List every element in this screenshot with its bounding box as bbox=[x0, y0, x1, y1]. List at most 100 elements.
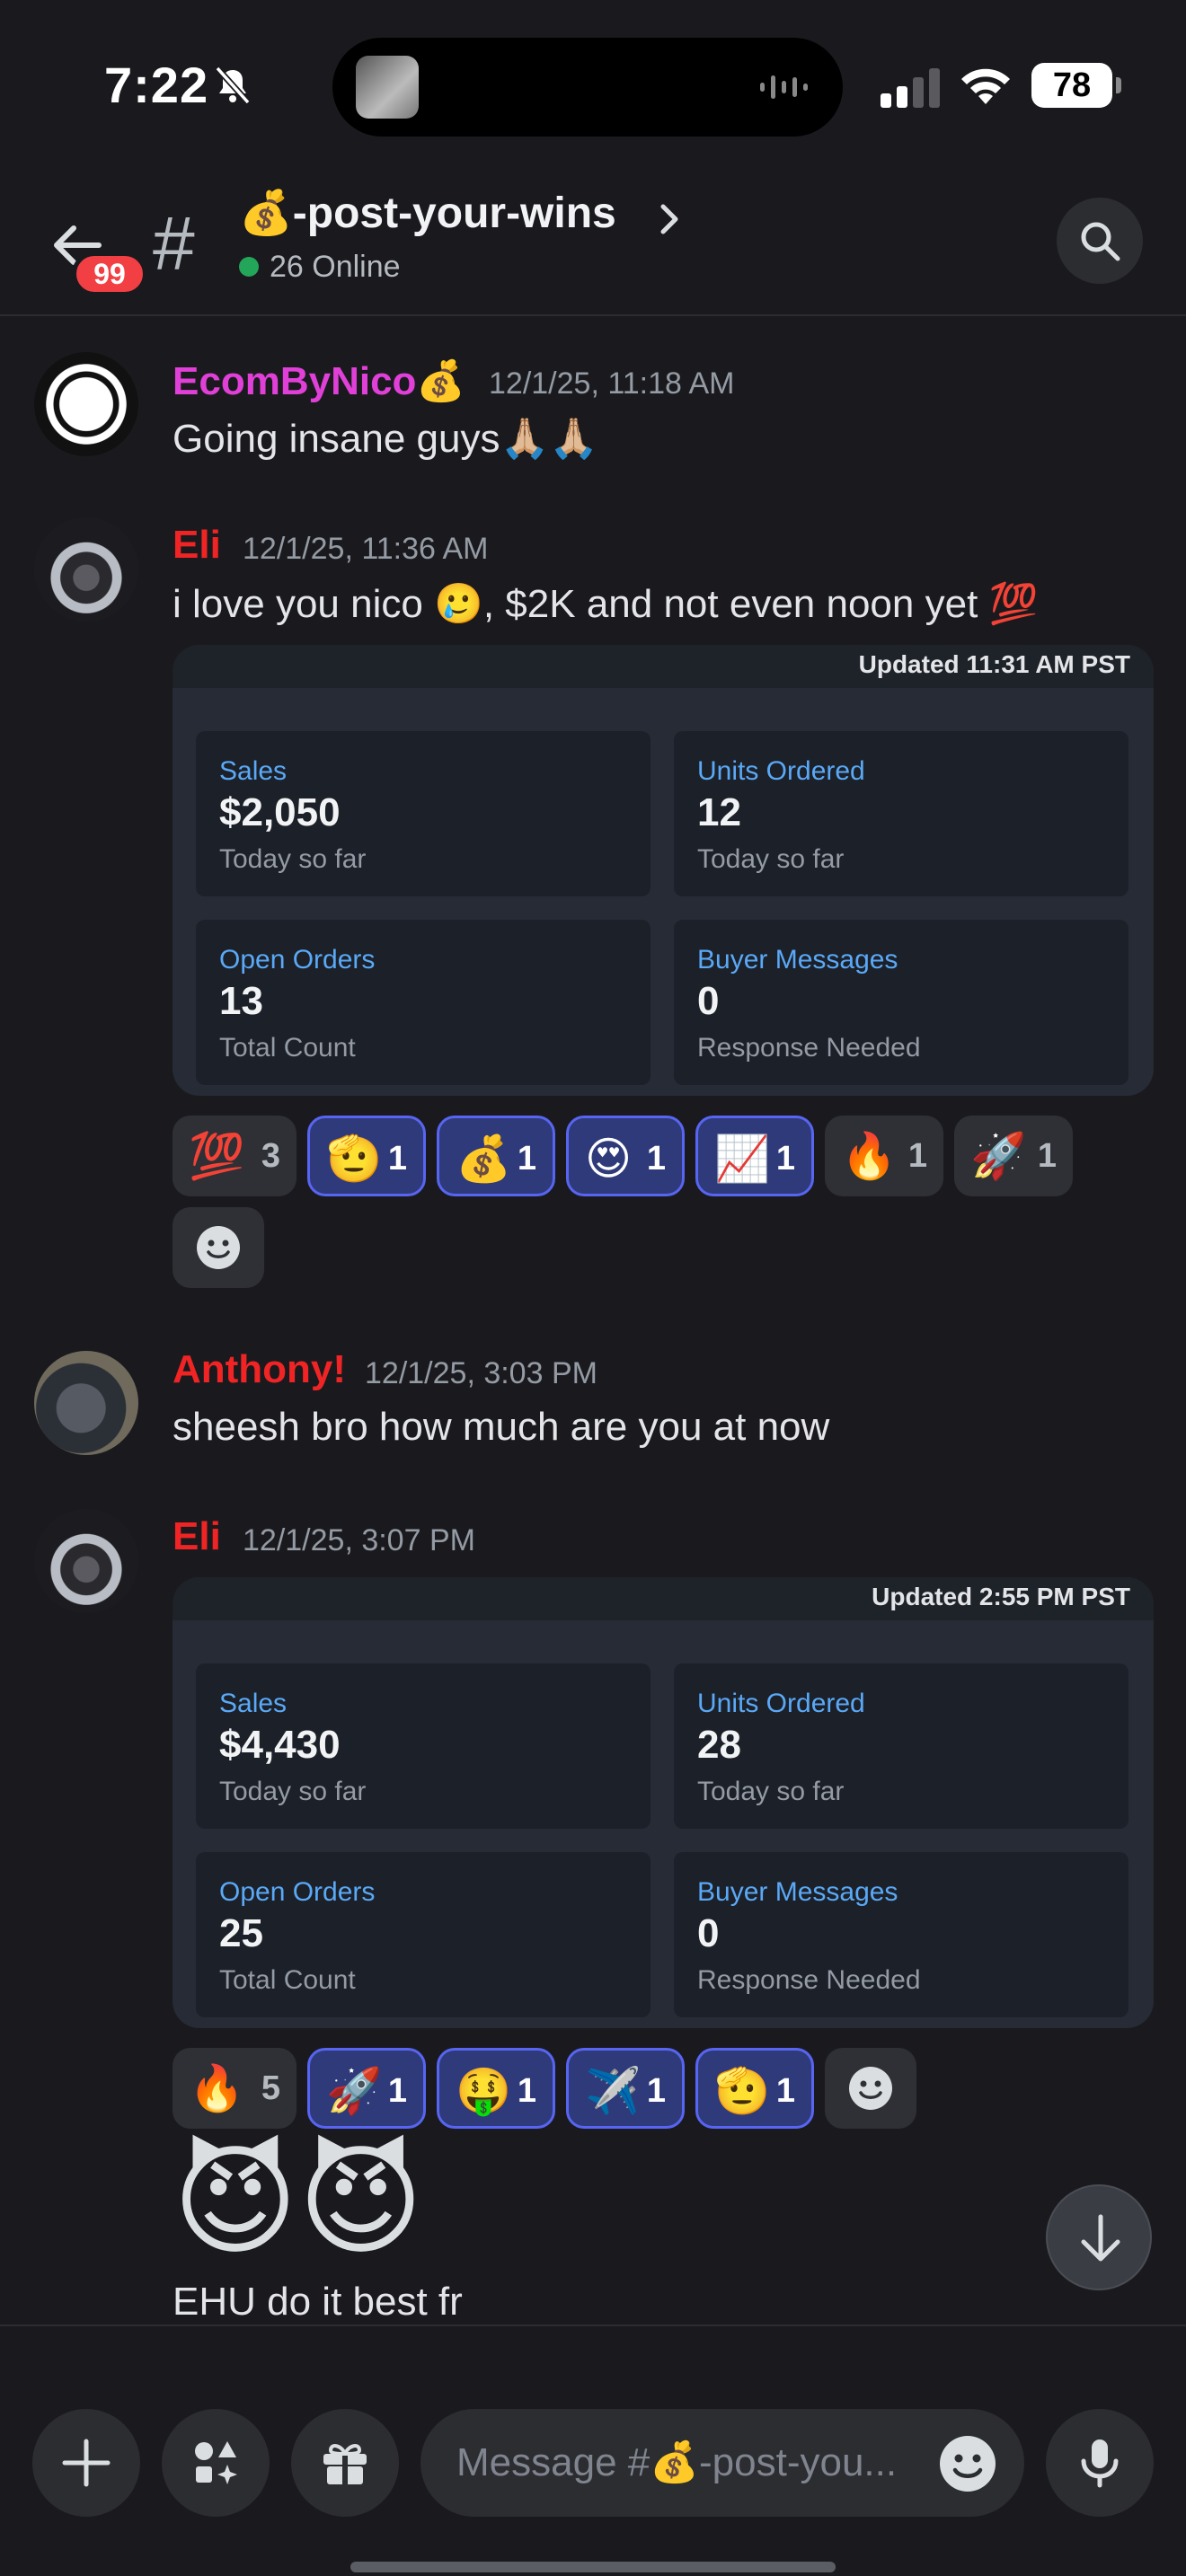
message-text: Going insane guys🙏🏼🙏🏼 bbox=[173, 415, 598, 462]
reaction-count: 5 bbox=[261, 2069, 280, 2107]
hundred-points-icon: 💯 bbox=[189, 1130, 245, 1182]
message-body: Going insane guys bbox=[173, 417, 500, 461]
online-status-dot bbox=[239, 257, 259, 277]
gift-icon bbox=[323, 2444, 367, 2484]
embed-updated-time: Updated 11:31 AM PST bbox=[858, 650, 1130, 678]
message-author[interactable]: Eli bbox=[173, 1514, 221, 1559]
message-body-part: i love you nico bbox=[173, 582, 435, 626]
metric-caption: Today so far bbox=[697, 844, 845, 874]
sales-dashboard-embed[interactable]: Updated 11:31 AM PST Sales $2,050 Today … bbox=[173, 645, 1154, 1096]
metric-label: Units Ordered bbox=[697, 1689, 865, 1718]
avatar-ecombynico[interactable] bbox=[34, 352, 138, 456]
plus-icon bbox=[62, 2439, 111, 2487]
dynamic-island bbox=[332, 38, 843, 137]
bell-muted-icon bbox=[215, 66, 251, 105]
message-author[interactable]: Eli bbox=[173, 523, 221, 568]
search-icon bbox=[1081, 222, 1120, 261]
battery-indicator: 78 bbox=[1031, 63, 1121, 108]
smiling-tear-icon: 🥲 bbox=[434, 581, 483, 627]
channel-title[interactable]: 💰-post-your-wins bbox=[239, 187, 616, 238]
add-reaction-button[interactable] bbox=[173, 1207, 264, 1288]
reaction-count: 1 bbox=[517, 2072, 536, 2110]
reaction-hundred[interactable]: 💯 3 bbox=[173, 1116, 296, 1196]
reaction-chart-up[interactable]: 📈 1 bbox=[695, 1116, 814, 1196]
hundred-points-icon: 💯 bbox=[988, 581, 1039, 627]
avatar-anthony[interactable] bbox=[34, 1351, 138, 1455]
metric-value: $4,430 bbox=[219, 1723, 341, 1767]
metric-caption: Today so far bbox=[219, 1777, 367, 1806]
metric-caption: Total Count bbox=[219, 1965, 356, 1995]
reaction-count: 1 bbox=[517, 1140, 536, 1178]
reaction-heart-eyes[interactable]: 😍 1 bbox=[566, 1116, 685, 1196]
jump-to-latest-button[interactable] bbox=[1046, 2184, 1152, 2290]
metric-caption: Today so far bbox=[219, 844, 367, 874]
metric-label: Open Orders bbox=[219, 1877, 376, 1907]
wifi-icon bbox=[961, 68, 1010, 104]
metric-tile-open-orders: Open Orders 13 Total Count bbox=[196, 920, 651, 1085]
reaction-rocket[interactable]: 🚀 1 bbox=[954, 1116, 1073, 1196]
reaction-count: 1 bbox=[775, 2072, 795, 2110]
chart-increasing-icon: 📈 bbox=[714, 1133, 771, 1185]
message-timestamp: 12/1/25, 11:36 AM bbox=[243, 532, 489, 566]
message-text: i love you nico 🥲, $2K and not even noon… bbox=[173, 580, 1038, 627]
money-bag-icon: 💰 bbox=[239, 188, 293, 238]
rocket-icon: 🚀 bbox=[970, 1130, 1027, 1182]
metric-tile-buyer-messages: Buyer Messages 0 Response Needed bbox=[674, 920, 1128, 1085]
reaction-airplane[interactable]: ✈️ 1 bbox=[566, 2048, 685, 2129]
salute-icon: 🫡 bbox=[714, 2065, 771, 2117]
add-reaction-button[interactable] bbox=[825, 2048, 916, 2129]
reaction-count: 1 bbox=[1037, 1137, 1057, 1175]
online-count: 26 Online bbox=[270, 250, 401, 284]
reaction-fire[interactable]: 🔥 5 bbox=[173, 2048, 296, 2129]
reaction-rocket[interactable]: 🚀 1 bbox=[307, 2048, 426, 2129]
reaction-count: 1 bbox=[775, 1140, 795, 1178]
apps-button[interactable] bbox=[162, 2409, 270, 2517]
gift-button[interactable] bbox=[291, 2409, 399, 2517]
message-text: sheesh bro how much are you at now bbox=[173, 1405, 830, 1449]
airplane-icon: ✈️ bbox=[585, 2065, 642, 2117]
message-author[interactable]: Anthony! bbox=[173, 1347, 346, 1392]
search-button[interactable] bbox=[1057, 198, 1143, 284]
arrow-down-icon bbox=[1081, 2214, 1120, 2262]
status-bar: 7:22 78 bbox=[0, 0, 1186, 171]
reaction-salute[interactable]: 🫡 1 bbox=[307, 1116, 426, 1196]
reaction-fire[interactable]: 🔥 1 bbox=[825, 1116, 943, 1196]
metric-label: Sales bbox=[219, 756, 288, 786]
message-author[interactable]: EcomByNico💰 bbox=[173, 357, 465, 404]
hash-icon: # bbox=[153, 201, 195, 286]
cellular-signal-icon bbox=[881, 68, 940, 108]
message-input[interactable] bbox=[420, 2409, 1024, 2517]
money-mouth-face-icon: 🤑 bbox=[456, 2065, 512, 2117]
message-timestamp: 12/1/25, 11:18 AM bbox=[489, 366, 735, 401]
smiley-icon[interactable] bbox=[938, 2434, 997, 2493]
metric-caption: Today so far bbox=[697, 1777, 845, 1806]
reaction-salute[interactable]: 🫡 1 bbox=[695, 2048, 814, 2129]
channel-name: -post-your-wins bbox=[292, 190, 616, 237]
audio-waveform-icon bbox=[760, 75, 808, 99]
reaction-money-mouth[interactable]: 🤑 1 bbox=[437, 2048, 555, 2129]
voice-message-button[interactable] bbox=[1046, 2409, 1154, 2517]
embed-header: Updated 11:31 AM PST bbox=[173, 645, 1154, 688]
embed-updated-time: Updated 2:55 PM PST bbox=[872, 1583, 1130, 1610]
avatar-eli[interactable] bbox=[34, 517, 138, 622]
reaction-count: 1 bbox=[646, 1140, 666, 1178]
message-text: EHU do it best fr bbox=[173, 2280, 463, 2324]
metric-label: Buyer Messages bbox=[697, 945, 898, 975]
smiling-devil-icon: 😈😈 bbox=[173, 2131, 424, 2272]
message-timestamp: 12/1/25, 3:07 PM bbox=[243, 1523, 475, 1557]
unread-badge: 99 bbox=[72, 251, 147, 296]
fire-icon: 🔥 bbox=[189, 2062, 245, 2114]
reaction-count: 3 bbox=[261, 1137, 280, 1175]
reaction-money-bag[interactable]: 💰 1 bbox=[437, 1116, 555, 1196]
metric-tile-sales: Sales $4,430 Today so far bbox=[196, 1663, 651, 1829]
praying-hands-icon: 🙏🏼🙏🏼 bbox=[500, 416, 599, 462]
channel-header: 99 # 💰-post-your-wins 26 Online bbox=[0, 171, 1186, 316]
apps-icon bbox=[195, 2441, 237, 2484]
sales-dashboard-embed[interactable]: Updated 2:55 PM PST Sales $4,430 Today s… bbox=[173, 1577, 1154, 2028]
add-attachment-button[interactable] bbox=[32, 2409, 140, 2517]
now-playing-artwork bbox=[356, 56, 419, 119]
avatar-eli[interactable] bbox=[34, 1509, 138, 1613]
chevron-right-icon[interactable] bbox=[656, 201, 683, 237]
metric-value: 25 bbox=[219, 1911, 263, 1955]
metric-tile-units-ordered: Units Ordered 12 Today so far bbox=[674, 731, 1128, 896]
